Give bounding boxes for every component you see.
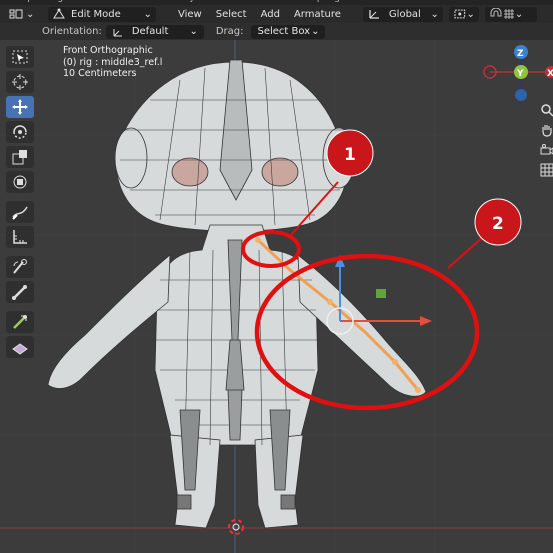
select-box-icon — [12, 50, 28, 64]
annotation-2-number: 2 — [492, 214, 504, 234]
zoom-icon — [541, 104, 553, 117]
tool-move[interactable] — [6, 96, 34, 118]
menu-add[interactable]: Add — [261, 9, 280, 20]
tool-bone-size[interactable] — [6, 281, 34, 303]
edit-mode-icon — [53, 8, 65, 19]
zoom-view-button[interactable] — [539, 102, 553, 118]
measure-icon — [13, 230, 27, 244]
move-icon — [12, 99, 28, 115]
tool-settings-bar: Orientation: Default ⌄ Drag: Select Box … — [0, 23, 553, 40]
orientation-select[interactable]: Default ⌄ — [105, 24, 204, 39]
annotation-1-number: 1 — [344, 145, 356, 165]
tool-measure[interactable] — [6, 226, 34, 248]
gizmo-z-label: Z — [517, 49, 524, 59]
snap-dropdown[interactable]: ⌄ — [484, 6, 537, 22]
transform-icon — [13, 175, 27, 189]
envelope-icon — [12, 343, 28, 355]
orientation-axes-icon — [369, 10, 379, 19]
bone-size-icon — [12, 285, 27, 300]
annotate-icon — [12, 206, 28, 220]
tool-scale[interactable] — [6, 146, 34, 168]
tool-annotate[interactable] — [6, 201, 34, 223]
rotate-icon — [13, 125, 27, 139]
gizmo-y-label: Y — [516, 69, 524, 79]
tool-transform[interactable] — [6, 171, 34, 193]
editor-type-icon — [9, 9, 23, 19]
pan-view-button[interactable] — [539, 122, 553, 138]
cursor-icon — [12, 74, 28, 90]
snap-magnet-icon — [490, 8, 502, 17]
3d-viewport[interactable]: Z Y X 1 2 Front Orthographic (0) rig : m… — [0, 40, 553, 553]
tool-extrude[interactable] — [6, 311, 34, 333]
editor-type-menu[interactable]: ⌄ — [4, 7, 42, 22]
navigation-gizmo: Z Y X — [483, 45, 553, 101]
viewport-overlay-info: Front Orthographic (0) rig : middle3_ref… — [63, 45, 162, 80]
3d-cursor-icon — [228, 519, 244, 535]
roll-icon — [13, 259, 27, 274]
orientation-label: Global — [388, 8, 421, 20]
tool-shelf — [6, 46, 38, 361]
grid-icon — [540, 163, 553, 177]
mode-label: Edit Mode — [71, 8, 121, 20]
camera-icon — [540, 144, 553, 155]
orientation-default-icon — [113, 28, 122, 36]
snap-increment-icon — [503, 9, 514, 19]
extrude-icon — [13, 315, 27, 329]
view-name: Front Orthographic — [63, 45, 153, 56]
mode-dropdown[interactable]: Edit Mode ⌄ — [48, 6, 156, 22]
pivot-icon — [454, 9, 466, 19]
grid-scale: 10 Centimeters — [63, 68, 137, 79]
tool-cursor[interactable] — [6, 71, 34, 93]
hand-icon — [542, 125, 552, 137]
menu-select[interactable]: Select — [216, 9, 247, 20]
gizmo-x-label: X — [547, 69, 553, 79]
object-info: (0) rig : middle3_ref.l — [63, 56, 163, 68]
viewport-header: ⌄ Edit Mode ⌄ View Select Add Armature G… — [0, 5, 553, 23]
tool-roll[interactable] — [6, 256, 34, 278]
drag-select[interactable]: Select Box ⌄ — [251, 24, 326, 39]
camera-view-button[interactable] — [539, 142, 553, 158]
drag-field-label: Drag: — [215, 26, 244, 37]
tool-envelope[interactable] — [6, 336, 34, 358]
menu-armature[interactable]: Armature — [294, 9, 341, 20]
viewport-scene: Z Y X 1 2 — [0, 40, 553, 553]
pivot-point-dropdown[interactable]: ⌄ — [448, 6, 479, 22]
tool-rotate[interactable] — [6, 121, 34, 143]
menu-view[interactable]: View — [178, 9, 202, 20]
character-mesh — [47, 59, 427, 529]
tool-select-box[interactable] — [6, 46, 34, 68]
orientation-field-label: Orientation: — [42, 26, 102, 37]
transform-orientation-dropdown[interactable]: Global ⌄ — [362, 6, 443, 22]
ortho-toggle-button[interactable] — [539, 162, 553, 178]
scale-icon — [12, 150, 27, 165]
